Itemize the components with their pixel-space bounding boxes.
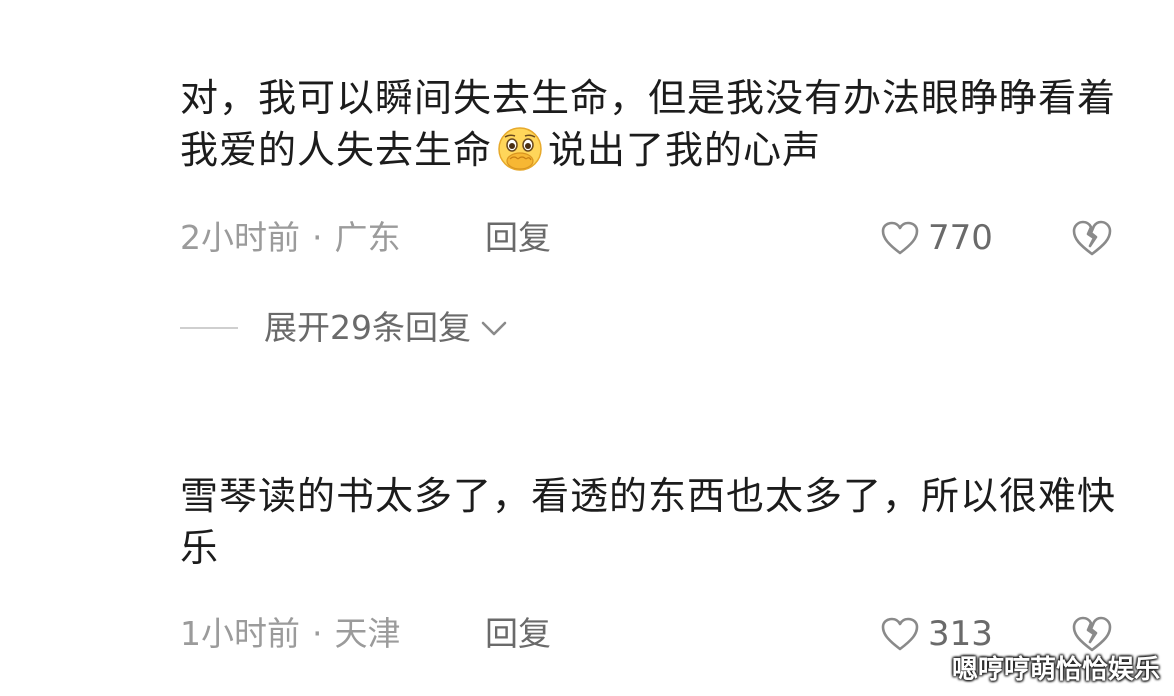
comment-location: 广东 <box>334 218 401 257</box>
broken-heart-icon[interactable] <box>1070 218 1114 258</box>
broken-heart-icon[interactable] <box>1070 614 1114 654</box>
reply-button[interactable]: 回复 <box>485 612 551 656</box>
like-count: 770 <box>928 218 993 258</box>
expand-replies-button[interactable]: 展开29条回复 <box>180 306 511 350</box>
comment-meta: 2小时前 · 广东 回复 770 <box>180 216 1140 260</box>
chevron-down-icon <box>481 321 507 336</box>
comment-time: 1小时前 <box>180 614 300 653</box>
comment-location: 天津 <box>334 614 401 653</box>
heart-icon <box>881 221 919 255</box>
heart-icon <box>881 617 919 651</box>
comment-item: 对，我可以瞬间失去生命，但是我没有办法眼睁睁看着我爱的人失去生命 说出了我的心声… <box>180 72 1140 258</box>
expand-replies-label: 展开29条回复 <box>264 308 471 347</box>
meta-separator: · <box>312 218 323 257</box>
like-button[interactable]: 770 <box>880 216 993 260</box>
comment-time: 2小时前 <box>180 218 300 257</box>
comment-item: 雪琴读的书太多了，看透的东西也太多了，所以很难快乐 1小时前 · 天津 回复 313 <box>180 470 1140 654</box>
meta-separator: · <box>312 614 323 653</box>
expand-divider <box>180 327 238 329</box>
comment-text: 对，我可以瞬间失去生命，但是我没有办法眼睁睁看着我爱的人失去生命 说出了我的心声 <box>180 76 1117 172</box>
watermark: 嗯哼哼萌恰恰娱乐 <box>951 655 1160 685</box>
holding-back-tears-emoji-icon <box>498 127 542 171</box>
reply-button[interactable]: 回复 <box>485 216 551 260</box>
comment-text: 雪琴读的书太多了，看透的东西也太多了，所以很难快乐 <box>180 474 1117 570</box>
